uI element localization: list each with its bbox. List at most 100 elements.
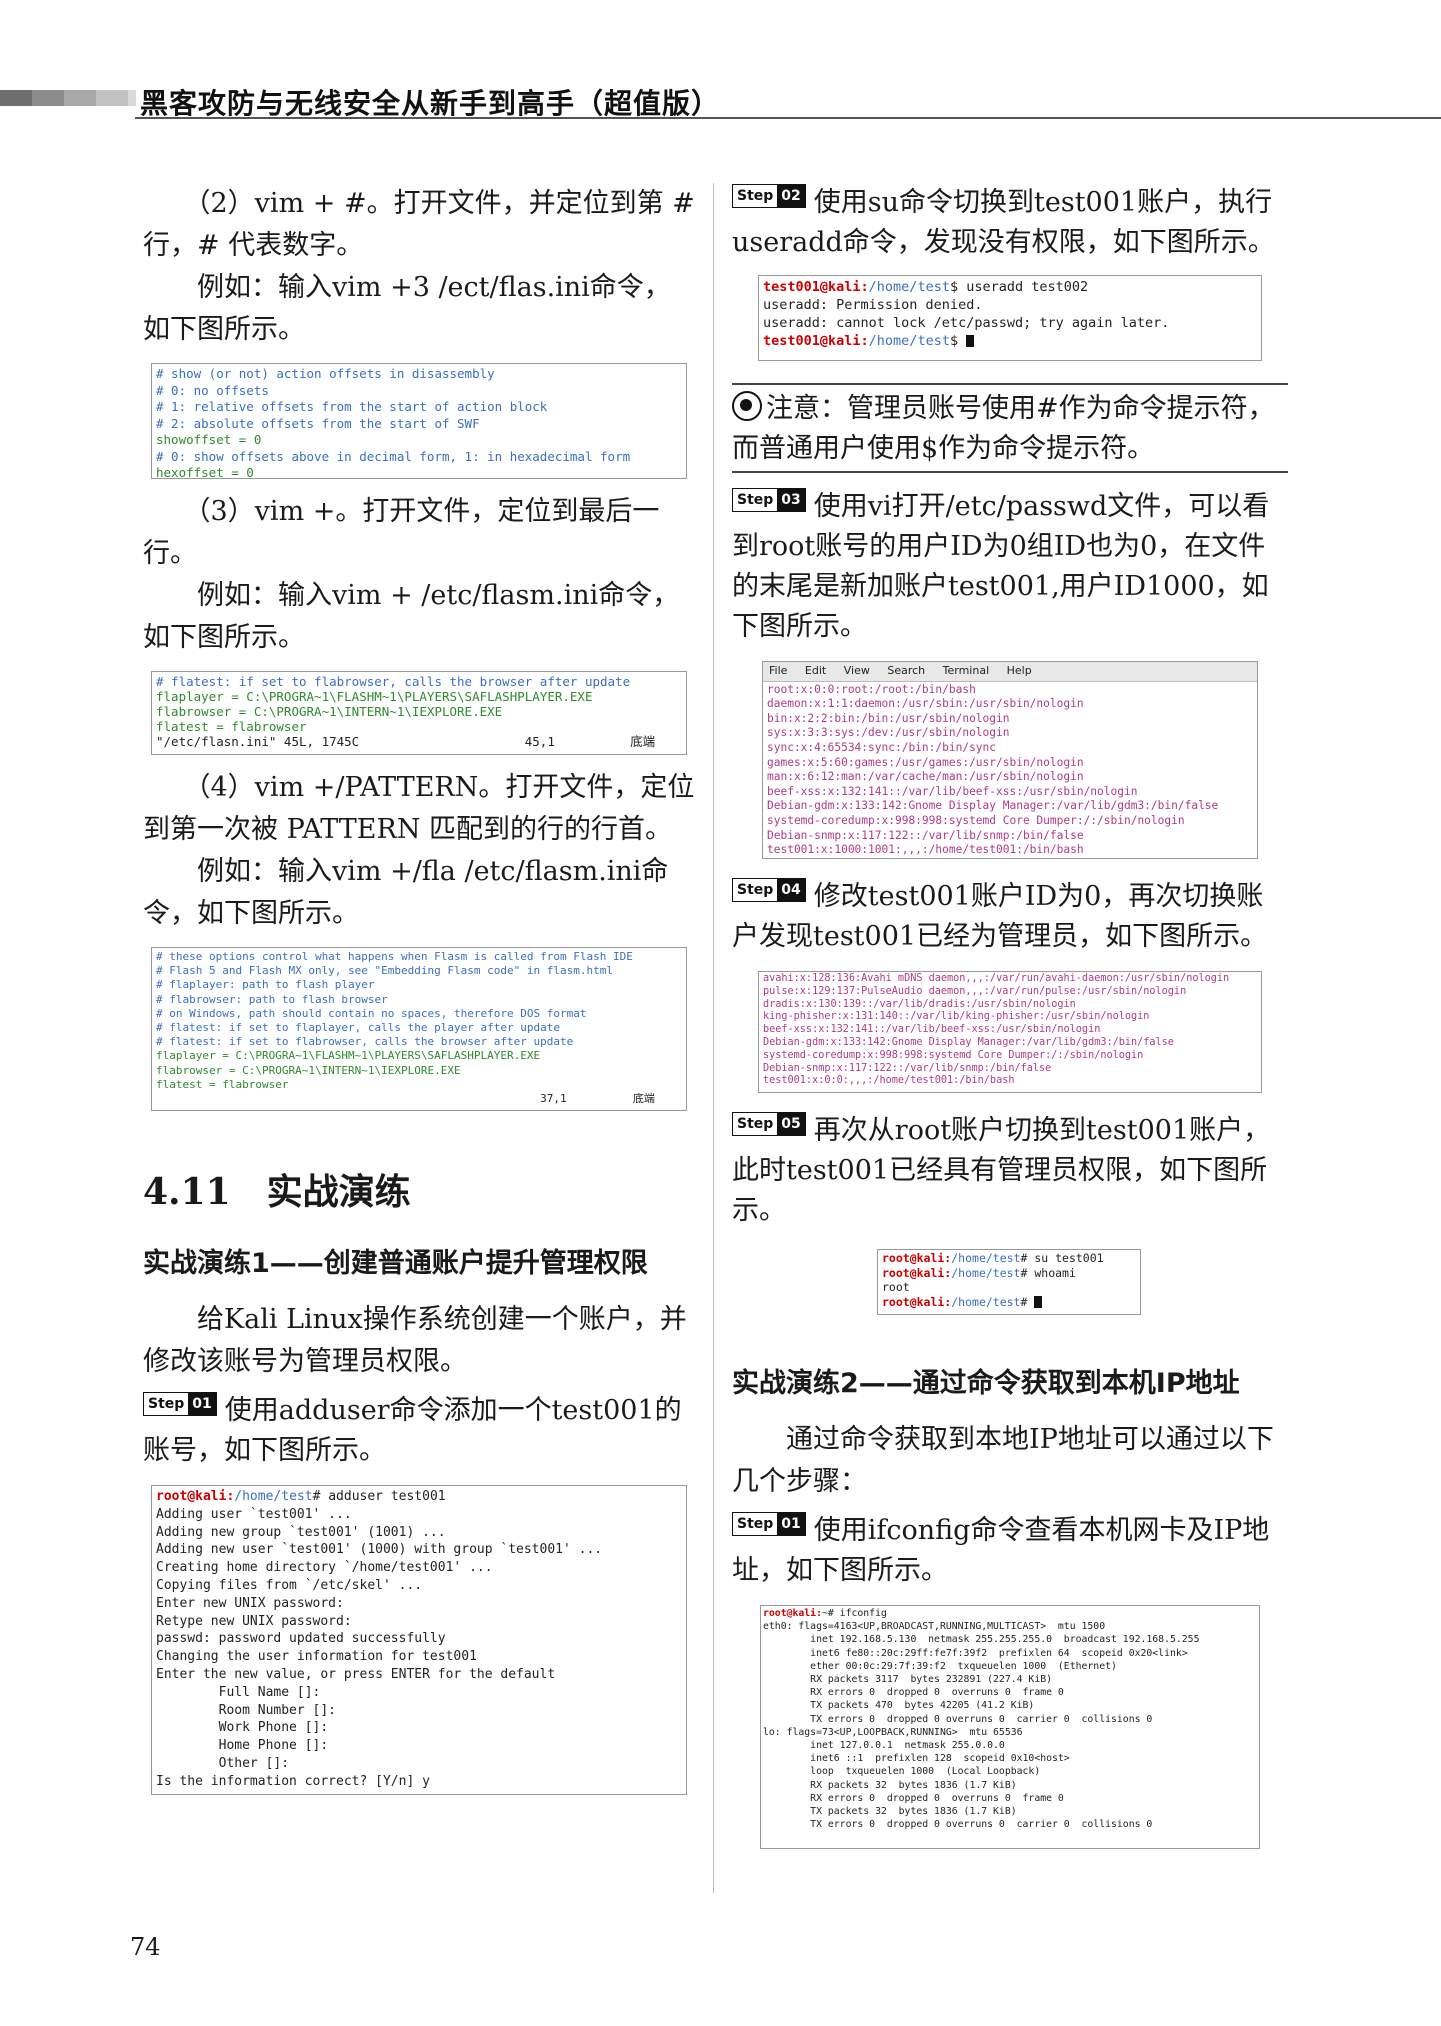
terminal-line: Debian-gdm:x:133:142:Gnome Display Manag… — [763, 1036, 1174, 1048]
menu-file[interactable]: File — [769, 664, 787, 677]
left-column: （2）vim + #。打开文件，并定位到第 # 行，# 代表数字。 例如：输入v… — [143, 183, 695, 1795]
terminal-line: Enter the new value, or press ENTER for … — [156, 1666, 556, 1682]
terminal-line: TX packets 470 bytes 42205 (41.2 KiB) — [763, 1700, 1035, 1712]
terminal-line: Debian-snmp:x:117:122::/var/lib/snmp:/bi… — [763, 1062, 1052, 1074]
terminal-line: useradd: cannot lock /etc/passwd; try ag… — [763, 315, 1170, 331]
header-bar — [32, 90, 64, 106]
terminal-line: Room Number []: — [156, 1702, 337, 1718]
terminal-line: # flatest: if set to flaplayer, calls th… — [156, 1021, 560, 1035]
terminal-line: # Flash 5 and Flash MX only, see "Embedd… — [156, 964, 613, 978]
paragraph: 通过命令获取到本地IP地址可以通过以下几个步骤： — [732, 1424, 1274, 1497]
terminal-line: systemd-coredump:x:998:998:systemd Core … — [763, 1049, 1144, 1061]
menu-terminal[interactable]: Terminal — [943, 664, 990, 677]
menu-help[interactable]: Help — [1007, 664, 1032, 677]
terminal-line: passwd: password updated successfully — [156, 1631, 446, 1647]
menu-search[interactable]: Search — [887, 664, 925, 677]
step-badge: Step 03 — [732, 488, 806, 512]
terminal-line: lo: flags=73<UP,LOOPBACK,RUNNING> mtu 65… — [763, 1726, 1023, 1738]
terminal-line: Enter new UNIX password: — [156, 1595, 344, 1611]
terminal-line: TX errors 0 dropped 0 overruns 0 carrier… — [763, 1713, 1153, 1725]
terminal-line: # on Windows, path should contain no spa… — [156, 1006, 587, 1020]
header-bar — [0, 90, 32, 106]
vim-status-line: 37,1 底端 — [156, 1092, 655, 1106]
menu-view[interactable]: View — [844, 664, 870, 677]
terminal-screenshot: root@kali:/home/test# adduser test001 Ad… — [151, 1485, 687, 1795]
step-badge: Step 05 — [732, 1112, 806, 1136]
terminal-screenshot: File Edit View Search Terminal Help root… — [762, 661, 1258, 859]
terminal-line: test001:x:0:0:,,,:/home/test001:/bin/bas… — [763, 1075, 1015, 1087]
terminal-line: RX errors 0 dropped 0 overruns 0 frame 0 — [763, 1792, 1064, 1804]
terminal-line: root:x:0:0:root:/root:/bin/bash — [767, 682, 976, 696]
terminal-line: pulse:x:129:137:PulseAudio daemon,,,:/va… — [763, 985, 1187, 997]
note-text: 注意：管理员账号使用#作为命令提示符，而普通用户使用$作为命令提示符。 — [732, 391, 1275, 464]
terminal-line: # 0: show offsets above in decimal form,… — [156, 448, 631, 464]
terminal-line: beef-xss:x:132:141::/var/lib/beef-xss:/u… — [767, 784, 1138, 798]
terminal-line: inet 127.0.0.1 netmask 255.0.0.0 — [763, 1740, 1005, 1752]
terminal-line: Changing the user information for test00… — [156, 1649, 477, 1665]
step-paragraph: Step 02 使用su命令切换到test001账户，执行useradd命令，发现没… — [732, 183, 1288, 263]
terminal-line: # 0: no offsets — [156, 382, 269, 398]
menu-edit[interactable]: Edit — [805, 664, 826, 677]
paragraph: 例如：输入vim +/fla /etc/flasm.ini命令，如下图所示。 — [143, 856, 669, 929]
terminal-line: RX packets 32 bytes 1836 (1.7 KiB) — [763, 1779, 1017, 1791]
terminal-line: systemd-coredump:x:998:998:systemd Core … — [767, 813, 1185, 827]
terminal-line: loop txqueuelen 1000 (Local Loopback) — [763, 1766, 1041, 1778]
terminal-line: king-phisher:x:131:140::/var/lib/king-ph… — [763, 1011, 1150, 1023]
paragraph: 例如：输入vim +3 /ect/flas.ini命令，如下图所示。 — [143, 272, 671, 345]
paragraph: （4）vim +/PATTERN。打开文件，定位到第一次被 PATTERN 匹配… — [143, 772, 695, 845]
right-column: Step 02 使用su命令切换到test001账户，执行useradd命令，发现没… — [732, 183, 1288, 1849]
terminal-line: root@kali:~# ifconfig — [763, 1608, 887, 1619]
cursor-icon — [1034, 1295, 1043, 1308]
terminal-line: hexoffset = 0 — [156, 465, 254, 479]
terminal-line: inet 192.168.5.130 netmask 255.255.255.0… — [763, 1634, 1200, 1646]
terminal-menubar: File Edit View Search Terminal Help — [763, 662, 1257, 682]
terminal-line: Adding user `test001' ... — [156, 1506, 352, 1522]
terminal-line: Debian-gdm:x:133:142:Gnome Display Manag… — [767, 799, 1219, 813]
terminal-screenshot: # these options control what happens whe… — [151, 947, 687, 1111]
step-paragraph: Step 01 使用ifconfig命令查看本机网卡及IP地址，如下图所示。 — [732, 1511, 1288, 1591]
step-badge: Step 01 — [143, 1392, 217, 1416]
terminal-line: TX errors 0 dropped 0 overruns 0 carrier… — [763, 1819, 1153, 1831]
terminal-line: beef-xss:x:132:141::/var/lib/beef-xss:/u… — [763, 1024, 1101, 1036]
paragraph: 给Kali Linux操作系统创建一个账户，并修改该账号为管理员权限。 — [143, 1304, 687, 1377]
page-number: 74 — [130, 1933, 161, 1961]
terminal-line: man:x:6:12:man:/var/cache/man:/usr/sbin/… — [767, 770, 1084, 784]
terminal-line: flaplayer = C:\PROGRA~1\FLASHM~1\PLAYERS… — [156, 689, 593, 704]
terminal-line: test001:x:1000:1001:,,,:/home/test001:/b… — [767, 843, 1084, 857]
terminal-screenshot: avahi:x:128:136:Avahi mDNS daemon,,,:/va… — [758, 971, 1262, 1093]
terminal-line: root@kali:/home/test# su test001 — [882, 1251, 1104, 1265]
terminal-line: test001@kali:/home/test$ — [763, 332, 1257, 350]
terminal-screenshot: test001@kali:/home/test$ useradd test002… — [758, 275, 1262, 361]
terminal-line: Debian-snmp:x:117:122::/var/lib/snmp:/bi… — [767, 828, 1084, 842]
vim-status-line: "/etc/flasn.ini" 45L, 1745C 45,1 底端 — [156, 734, 656, 749]
terminal-line: flatest = flabrowser — [156, 1077, 289, 1091]
step-badge: Step 04 — [732, 878, 806, 902]
terminal-screenshot: # flatest: if set to flabrowser, calls t… — [151, 671, 687, 755]
terminal-line: dradis:x:130:139::/var/lib/dradis:/usr/s… — [763, 998, 1076, 1010]
terminal-screenshot: root@kali:~# ifconfig eth0: flags=4163<U… — [760, 1605, 1260, 1849]
note-icon — [732, 391, 762, 421]
terminal-line: # 2: absolute offsets from the start of … — [156, 415, 480, 431]
terminal-line: inet6 ::1 prefixlen 128 scopeid 0x10<hos… — [763, 1753, 1070, 1765]
terminal-line: flatest = flabrowser — [156, 719, 307, 734]
terminal-line: Retype new UNIX password: — [156, 1613, 352, 1629]
terminal-line: games:x:5:60:games:/usr/games:/usr/sbin/… — [767, 755, 1084, 769]
paragraph: 例如：输入vim + /etc/flasm.ini命令，如下图所示。 — [143, 580, 680, 653]
terminal-line: # flaplayer: path to flash player — [156, 978, 375, 992]
terminal-line: flabrowser = C:\PROGRA~1\INTERN~1\IEXPLO… — [156, 1063, 461, 1077]
cursor-icon — [966, 335, 975, 347]
terminal-line: Adding new user `test001' (1000) with gr… — [156, 1542, 603, 1558]
terminal-line: test001@kali:/home/test$ useradd test002 — [763, 279, 1089, 295]
subsection-title: 实战演练1——创建普通账户提升管理权限 — [143, 1248, 648, 1279]
terminal-line: showoffset = 0 — [156, 432, 262, 447]
column-divider — [713, 183, 714, 1893]
terminal-line: Copying files from `/etc/skel' ... — [156, 1577, 423, 1593]
step-badge: Step 01 — [732, 1512, 806, 1536]
terminal-line: root — [882, 1280, 910, 1294]
terminal-line: # show (or not) action offsets in disass… — [156, 366, 495, 381]
terminal-line: Other []: — [156, 1755, 290, 1771]
step-badge: Step 02 — [732, 184, 806, 208]
terminal-line: flabrowser = C:\PROGRA~1\INTERN~1\IEXPLO… — [156, 704, 503, 719]
header-bar — [128, 90, 136, 106]
terminal-screenshot: root@kali:/home/test# su test001 root@ka… — [877, 1249, 1141, 1315]
